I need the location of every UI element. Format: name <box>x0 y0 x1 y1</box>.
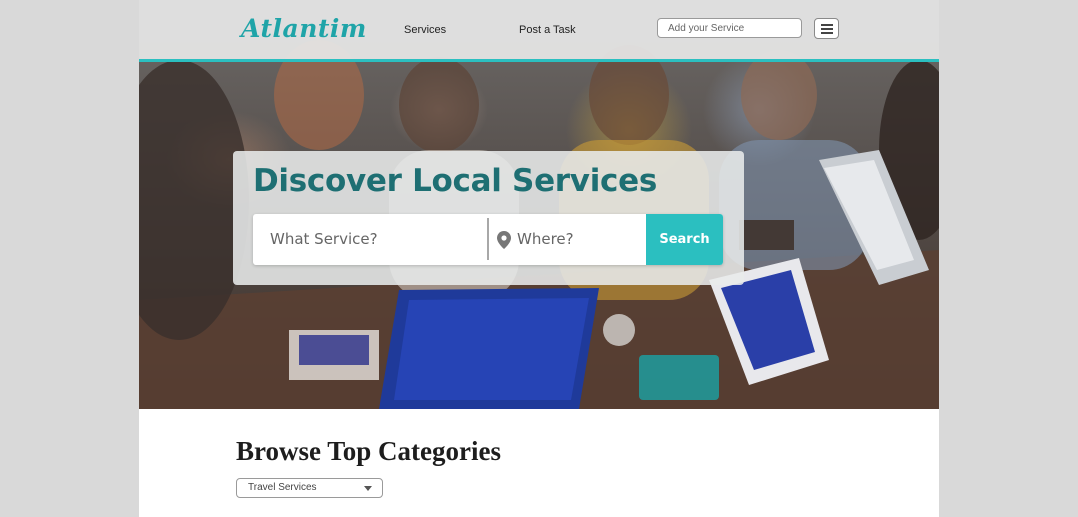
where-placeholder: Where? <box>517 230 574 248</box>
page: Atlantim Services Post a Task Discover L… <box>139 0 939 517</box>
add-service-input[interactable] <box>657 18 802 38</box>
hero-banner: Atlantim Services Post a Task Discover L… <box>139 0 939 409</box>
logo[interactable]: Atlantim <box>241 14 367 43</box>
location-pin-icon <box>497 231 511 249</box>
categories-title: Browse Top Categories <box>236 436 502 466</box>
nav-services-link[interactable]: Services <box>404 24 446 36</box>
chevron-down-icon <box>364 486 372 491</box>
hamburger-menu-icon[interactable] <box>814 18 839 39</box>
hero-title: Discover Local Services <box>253 163 657 199</box>
category-selected-value: Travel Services <box>248 482 317 493</box>
category-dropdown[interactable]: Travel Services <box>236 478 383 498</box>
search-divider <box>487 218 489 260</box>
nav-post-task-link[interactable]: Post a Task <box>519 24 576 36</box>
search-card: Discover Local Services What Service? Wh… <box>233 151 744 285</box>
what-service-input[interactable]: What Service? <box>253 214 486 265</box>
search-bar: What Service? Where? Search <box>253 214 723 265</box>
search-button[interactable]: Search <box>646 214 723 265</box>
where-input[interactable]: Where? <box>497 214 645 265</box>
site-header: Atlantim Services Post a Task <box>139 0 939 62</box>
